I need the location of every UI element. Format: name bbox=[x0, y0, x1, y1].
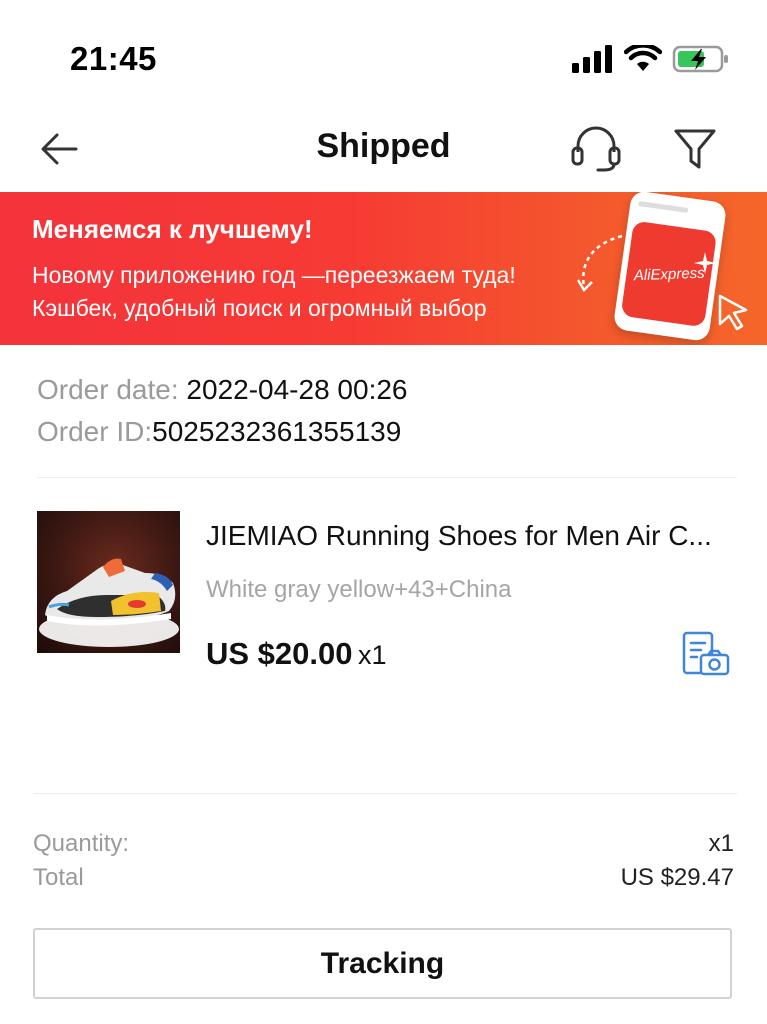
total-value: US $29.47 bbox=[620, 864, 734, 891]
quantity-label: Quantity: bbox=[33, 830, 130, 857]
banner-text-line1: Новому приложению год —переезжаем туда! bbox=[32, 262, 516, 288]
tracking-button[interactable]: Tracking bbox=[33, 928, 732, 999]
wifi-icon bbox=[624, 45, 662, 71]
product-title[interactable]: JIEMIAO Running Shoes for Men Air C... bbox=[206, 520, 736, 552]
photo-review-icon bbox=[682, 631, 730, 676]
filter-button[interactable] bbox=[668, 124, 722, 174]
cursor-icon bbox=[718, 294, 748, 331]
divider bbox=[37, 477, 737, 478]
promo-banner[interactable]: Меняемся к лучшему! Новому приложению го… bbox=[0, 192, 767, 345]
product-price: US $20.00 bbox=[206, 636, 353, 671]
order-date: Order date: 2022-04-28 00:26 bbox=[37, 374, 408, 406]
product-quantity: x1 bbox=[358, 640, 387, 670]
battery-charging-icon bbox=[672, 45, 728, 73]
banner-title: Меняемся к лучшему! bbox=[32, 214, 313, 244]
headset-icon bbox=[571, 126, 621, 172]
banner-text-line2: Кэшбек, удобный поиск и огромный выбор bbox=[32, 295, 487, 321]
order-id-label: Order ID: bbox=[37, 416, 153, 447]
filter-icon bbox=[674, 129, 716, 169]
phone-status-line bbox=[638, 201, 689, 213]
quantity-value: x1 bbox=[708, 830, 734, 857]
cellular-signal-icon bbox=[572, 45, 612, 73]
status-time: 21:45 bbox=[70, 40, 157, 77]
order-id: Order ID:5025232361355139 bbox=[37, 416, 401, 448]
running-shoe-illustration bbox=[39, 558, 179, 647]
divider bbox=[33, 793, 737, 794]
total-label: Total bbox=[33, 864, 84, 891]
product-image[interactable] bbox=[37, 511, 180, 653]
sparkle-icon bbox=[694, 252, 716, 274]
customer-support-button[interactable] bbox=[566, 124, 626, 174]
product-variant: White gray yellow+43+China bbox=[206, 576, 512, 603]
page-title: Shipped bbox=[316, 127, 451, 165]
order-id-value[interactable]: 5025232361355139 bbox=[152, 416, 401, 447]
order-date-value: 2022-04-28 00:26 bbox=[186, 374, 408, 405]
order-date-label: Order date: bbox=[37, 374, 179, 405]
photo-review-button[interactable] bbox=[680, 630, 732, 678]
status-icons bbox=[572, 44, 730, 74]
